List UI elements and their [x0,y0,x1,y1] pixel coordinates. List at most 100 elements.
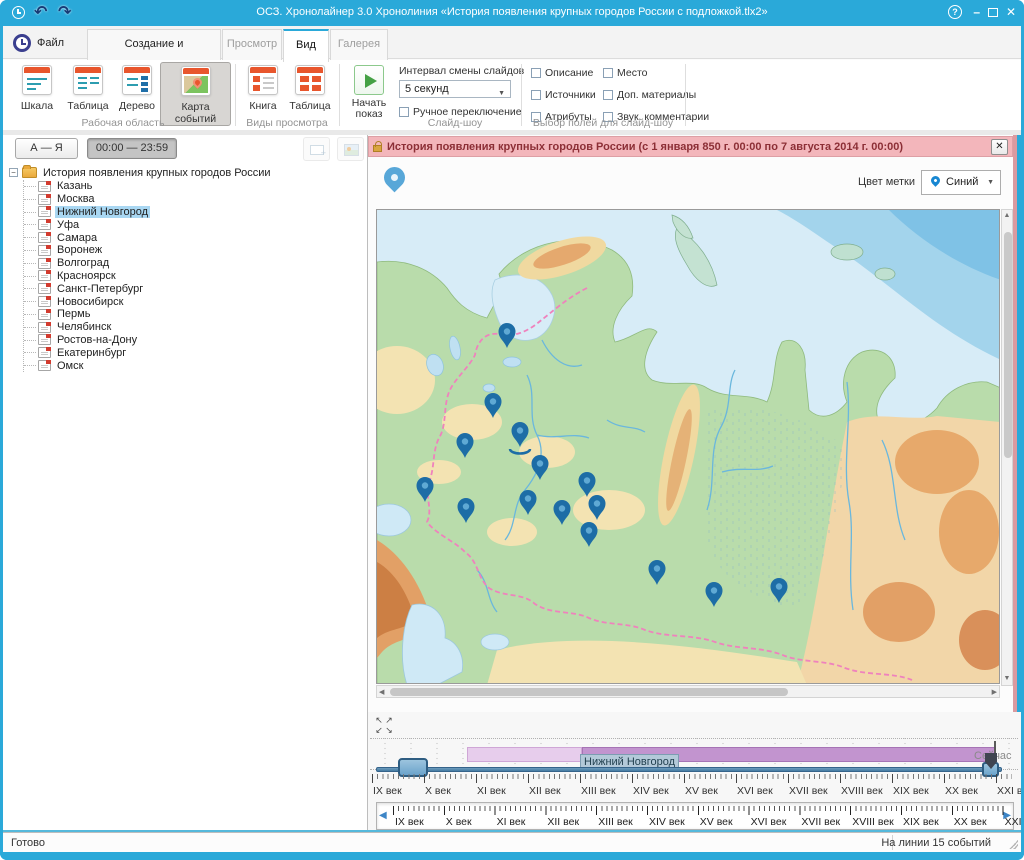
field-checkbox[interactable]: Место [603,65,709,81]
checkbox-icon [603,90,613,100]
timeline-section: ↖ ↗ ↙ ↘ Нижний Новгород Сейчас IX векX в… [368,712,1021,831]
tab-gallery[interactable]: Галерея [330,29,388,60]
expand-icon[interactable]: ↖ ↗ ↙ ↘ [374,715,396,735]
tree-item[interactable]: Санкт-Петербург [24,282,363,295]
tree-item[interactable]: Волгоград [24,257,363,270]
tree-item[interactable]: Уфа [24,218,363,231]
event-icon [38,360,51,371]
pin-icon [929,174,942,187]
century-label: XII век [529,785,561,797]
event-icon [38,194,51,205]
separator [685,64,686,126]
tree-item[interactable]: Челябинск [24,321,363,334]
tree-item[interactable]: Казань [24,180,363,193]
tree-item-label: Ростов-на-Дону [55,334,139,346]
century-label: XIV век [649,816,685,828]
ribbon-tab-row: Файл Создание и редактирование Просмотр … [3,26,1021,59]
century-label: XXI век [997,785,1024,797]
field-checkbox[interactable]: Описание [531,65,596,81]
century-label: XVIII век [852,816,894,828]
map-toolbar: Цвет метки Синий ▼ [368,157,1013,209]
tab-vid[interactable]: Вид [283,29,329,62]
tree-item[interactable]: Самара [24,231,363,244]
marker-color-select[interactable]: Синий ▼ [921,170,1001,195]
vertical-scroll-thumb[interactable] [1004,232,1012,458]
field-checkbox[interactable]: Источники [531,87,596,103]
titlebar: ↶ ↷ ОСЗ. Хронолайнер 3.0 Хронолиния «Ист… [0,0,1024,26]
century-label: XIX век [903,816,939,828]
separator [235,64,236,126]
tree-item[interactable]: Ростов-на-Дону [24,334,363,347]
app-window: ↶ ↷ ОСЗ. Хронолайнер 3.0 Хронолиния «Ист… [0,0,1024,860]
map-panel-header: История появления крупных городов России… [368,136,1013,157]
folder-icon [22,167,37,178]
century-label: XVII век [789,785,828,797]
separator [521,64,522,126]
background-image-button[interactable] [337,137,364,161]
table-mode-icon [295,65,325,95]
tree-item[interactable]: Екатеринбург [24,346,363,359]
help-icon[interactable]: ? [948,5,962,19]
tree-item-label: Уфа [55,219,81,231]
group-label-slideshow: Слайд-шоу [393,117,517,129]
century-label: XX век [954,816,987,828]
table-view-icon [73,65,103,95]
nav-labels: IX векX векXI векXII векXIII векXIV векX… [377,816,1015,828]
tree-item[interactable]: Омск [24,359,363,372]
century-label: XV век [700,816,733,828]
sort-alpha-button[interactable]: А — Я [15,138,78,159]
event-icon [38,347,51,358]
map-viewport[interactable] [376,209,1000,684]
group-label-workspace: Рабочая область [15,117,231,129]
tree-item[interactable]: Воронеж [24,244,363,257]
event-span-early[interactable] [467,747,582,762]
timeline-slider-track[interactable] [376,767,1002,772]
scroll-up-icon[interactable]: ▲ [1002,211,1012,221]
tree-root[interactable]: − История появления крупных городов Росс… [9,165,363,180]
tab-view-mode[interactable]: Просмотр [222,29,282,60]
timeline-navigator[interactable]: ◀ ▶ IX векX векXI векXII векXIII векXIV … [376,802,1014,830]
minimize-button[interactable]: – [973,6,980,18]
tab-creation[interactable]: Создание и редактирование [87,29,221,60]
scale-ticks-major [372,774,1012,783]
event-icon [38,181,51,192]
tree-item[interactable]: Москва [24,193,363,206]
century-label: XVI век [751,816,787,828]
close-button[interactable]: ✕ [1006,6,1016,18]
scroll-left-icon[interactable]: ◀ [379,688,384,698]
maximize-button[interactable] [988,8,998,17]
scroll-right-icon[interactable]: ▶ [992,688,997,698]
arrow-down-right-icon: ↘ [384,725,394,735]
horizontal-scroll-thumb[interactable] [390,688,788,696]
tree-item-label: Казань [55,180,94,192]
map-horizontal-scrollbar[interactable]: ◀ ▶ [376,685,1000,698]
tree-item[interactable]: Новосибирск [24,295,363,308]
event-icon [38,270,51,281]
panel-close-button[interactable]: ✕ [991,139,1008,155]
event-icon [38,258,51,269]
tree-item-label: Самара [55,232,99,244]
marker-pin-icon[interactable] [380,163,410,193]
tree-item[interactable]: Пермь [24,308,363,321]
timeline-band: Нижний Новгород Сейчас [370,738,1018,770]
scroll-down-icon[interactable]: ▼ [1002,674,1012,684]
tree-item-label: Красноярск [55,270,118,282]
add-line-button[interactable] [303,137,330,161]
tab-file[interactable]: Файл [13,30,64,56]
marker-color-label: Цвет метки [858,176,915,188]
resize-grip[interactable] [1008,839,1018,849]
interval-select[interactable]: 5 секунд ▼ [399,80,511,98]
field-checkbox-label: Описание [545,67,593,79]
play-icon [354,65,384,95]
map-vertical-scrollbar[interactable]: ▲ ▼ [1001,209,1013,686]
event-map-icon [181,66,211,96]
collapse-icon[interactable]: − [9,168,18,177]
map-panel-title: История появления крупных городов России… [387,141,986,153]
tree-item[interactable]: Красноярск [24,270,363,283]
time-filter-button[interactable]: 00:00 — 23:59 [87,138,177,159]
event-icon [38,232,51,243]
century-label: XVIII век [841,785,883,797]
field-checkbox[interactable]: Доп. материалы [603,87,709,103]
button-start-show[interactable]: Начать показ [345,62,393,128]
tree-item[interactable]: Нижний Новгород [24,206,363,219]
